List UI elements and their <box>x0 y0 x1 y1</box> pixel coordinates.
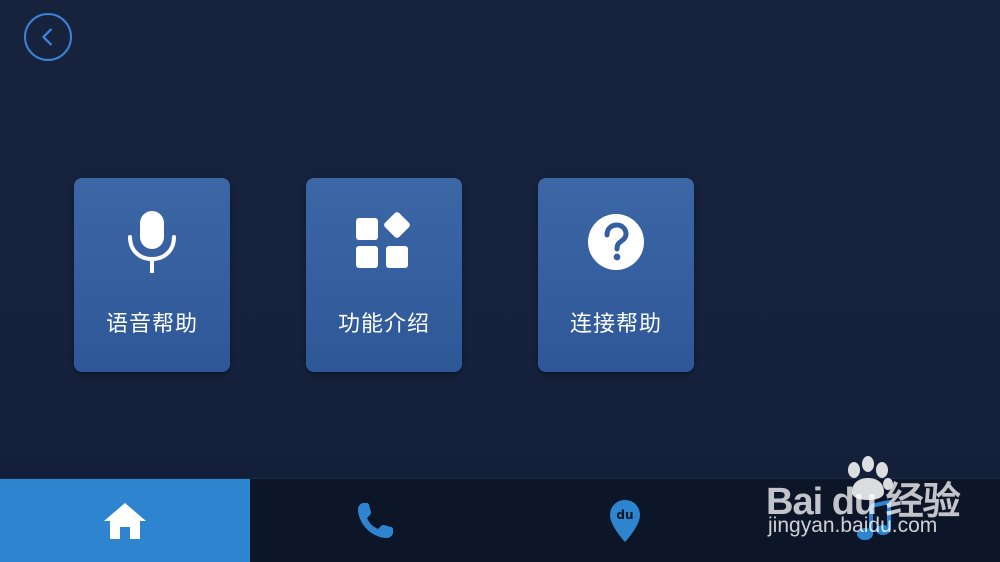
voice-help-card[interactable]: 语音帮助 <box>74 178 230 372</box>
music-icon <box>857 500 891 540</box>
nav-music-tab[interactable] <box>750 479 1000 562</box>
grid-icon <box>306 208 462 276</box>
help-screen: 语音帮助 功能介绍 连接帮助 du Bai du 经验 jingyan.baid… <box>0 0 1000 562</box>
connection-help-label: 连接帮助 <box>569 312 662 337</box>
phone-icon <box>358 503 393 538</box>
nav-map-tab[interactable]: du <box>500 479 750 562</box>
feature-intro-card[interactable]: 功能介绍 <box>306 178 462 372</box>
microphone-icon <box>74 208 230 276</box>
nav-phone-tab[interactable] <box>250 479 500 562</box>
voice-help-label: 语音帮助 <box>105 312 198 337</box>
connection-help-card[interactable]: 连接帮助 <box>538 178 694 372</box>
feature-intro-label: 功能介绍 <box>337 312 430 337</box>
nav-home-tab[interactable] <box>0 479 250 562</box>
question-circle-icon <box>538 208 694 276</box>
bottom-nav-bar: du <box>0 478 1000 562</box>
map-pin-icon: du <box>610 500 640 542</box>
home-icon <box>104 503 146 539</box>
map-pin-label: du <box>616 508 633 522</box>
help-cards: 语音帮助 功能介绍 连接帮助 <box>0 0 1000 478</box>
